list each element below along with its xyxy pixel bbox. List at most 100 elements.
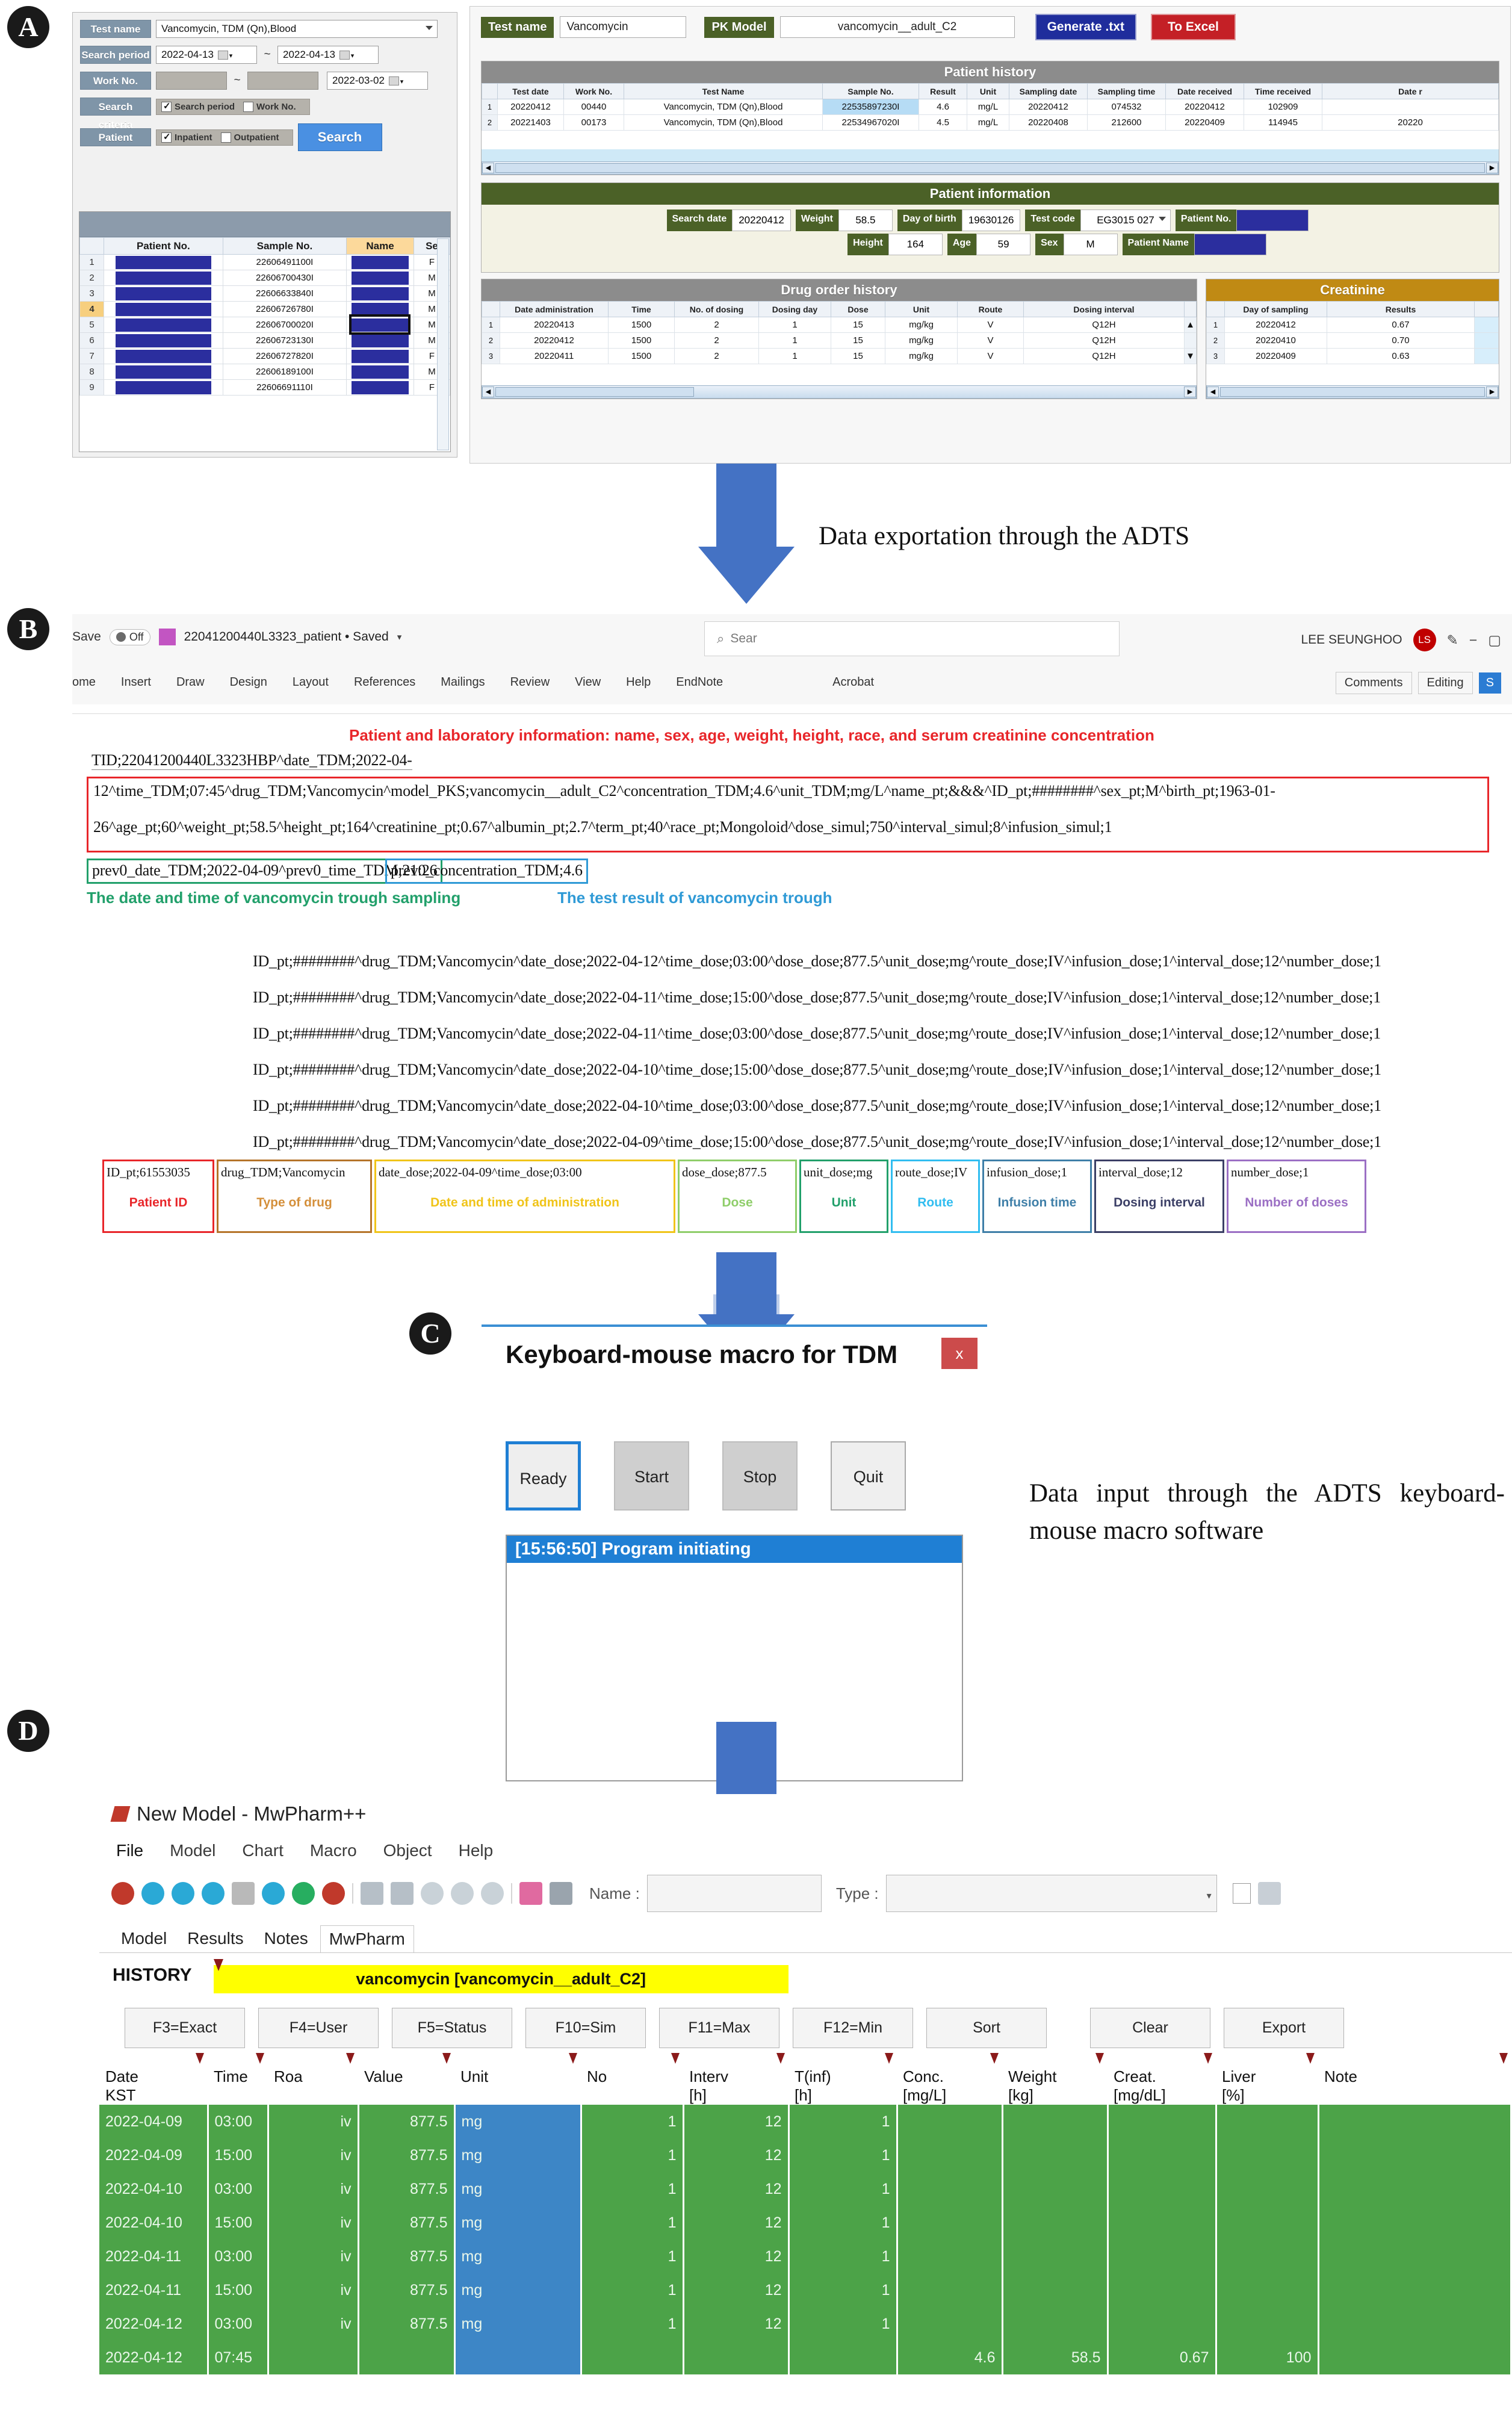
table-row[interactable]: 3 22606633840I M — [79, 285, 450, 302]
table-row[interactable]: 1 20220412 00440 Vancomycin, TDM (Qn),Bl… — [482, 99, 1499, 115]
col-value[interactable]: Value — [358, 2053, 454, 2105]
col-unit[interactable]: Unit — [885, 301, 958, 317]
chevron-down-icon[interactable]: ▾ — [397, 632, 402, 642]
search-button[interactable]: Search — [297, 123, 382, 151]
ribbon-tab-home[interactable]: ome — [72, 675, 96, 689]
avatar[interactable]: LS — [1413, 629, 1436, 651]
menu-chart[interactable]: Chart — [242, 1841, 283, 1860]
tab-model[interactable]: Model — [113, 1925, 175, 1952]
history-model-field[interactable]: vancomycin [vancomycin__adult_C2] — [213, 1959, 789, 1993]
col-roa[interactable]: Roa — [268, 2053, 358, 2105]
f11-max-button[interactable]: F11=Max — [659, 2008, 779, 2048]
col-note[interactable]: Note — [1318, 2053, 1511, 2105]
col-sample-no[interactable]: Sample No. — [822, 83, 919, 99]
col-tinf[interactable]: T(inf) [h] — [789, 2053, 897, 2105]
tab-mwpharm[interactable]: MwPharm — [320, 1925, 414, 1952]
zoom-in-icon[interactable] — [451, 1882, 474, 1905]
menu-macro[interactable]: Macro — [310, 1841, 357, 1860]
ribbon-tab-endnote[interactable]: EndNote — [676, 675, 723, 689]
f5-status-button[interactable]: F5=Status — [392, 2008, 512, 2048]
document-name[interactable]: 22041200440L3323_patient • Saved — [184, 630, 389, 644]
col-conc[interactable]: Conc. [mg/L] — [897, 2053, 1002, 2105]
menu-model[interactable]: Model — [170, 1841, 215, 1860]
scroll-left-icon[interactable]: ◀ — [1207, 387, 1219, 397]
clear-button[interactable]: Clear — [1090, 2008, 1210, 2048]
power-icon[interactable] — [111, 1882, 134, 1905]
table-row[interactable]: 1 20220413 1500 2 1 15 mg/kg V Q12H ▲ — [482, 317, 1197, 333]
work-no-to[interactable] — [247, 72, 318, 90]
col-test-name[interactable]: Test Name — [624, 83, 823, 99]
col-test-date[interactable]: Test date — [497, 83, 564, 99]
save-icon[interactable] — [158, 629, 176, 645]
name-input[interactable] — [646, 1875, 822, 1912]
minimize-icon[interactable]: − — [1469, 632, 1477, 648]
copy-icon[interactable] — [172, 1882, 194, 1905]
col-time[interactable]: Time — [208, 2053, 268, 2105]
ribbon-tab-layout[interactable]: Layout — [293, 675, 329, 689]
f4-user-button[interactable]: F4=User — [258, 2008, 379, 2048]
settings-icon[interactable] — [262, 1882, 285, 1905]
vscroll-down-icon[interactable]: ▼ — [1184, 348, 1197, 364]
editing-button[interactable]: Editing — [1418, 672, 1473, 694]
quit-button[interactable]: Quit — [831, 1441, 906, 1511]
to-excel-button[interactable]: To Excel — [1150, 14, 1236, 40]
table-row[interactable]: 2 20220412 1500 2 1 15 mg/kg V Q12H — [482, 332, 1197, 349]
pen-icon[interactable]: ✎ — [1447, 632, 1458, 648]
sort-button[interactable]: Sort — [926, 2008, 1047, 2048]
table-row[interactable]: 2022-04-10 15:00 iv 877.5 mg 1 12 1 — [99, 2206, 1512, 2240]
table-row[interactable]: 9 22606691110I F — [79, 379, 450, 396]
table-row[interactable]: 6 22606723130I M — [79, 332, 450, 349]
tab-results[interactable]: Results — [179, 1925, 252, 1952]
table-row[interactable]: 2022-04-09 15:00 iv 877.5 mg 1 12 1 — [99, 2138, 1512, 2172]
stop-button[interactable]: Stop — [722, 1441, 798, 1511]
table-row[interactable]: 2 20220410 0.70 — [1206, 332, 1499, 349]
close-icon[interactable]: x — [941, 1338, 978, 1369]
ribbon-tab-acrobat[interactable]: Acrobat — [832, 675, 874, 689]
stop-icon[interactable] — [322, 1882, 345, 1905]
col-interv[interactable]: Interv [h] — [683, 2053, 789, 2105]
col-unit[interactable]: Unit — [967, 83, 1009, 99]
menu-help[interactable]: Help — [459, 1841, 494, 1860]
calendar-icon[interactable] — [217, 51, 228, 60]
scroll-right-icon[interactable]: ▶ — [1184, 387, 1196, 397]
zoom-icon[interactable] — [421, 1882, 444, 1905]
field-value[interactable]: 19630126 — [961, 210, 1021, 231]
vscroll-track[interactable] — [1184, 332, 1197, 349]
col-patient-no[interactable]: Patient No. — [104, 237, 223, 255]
checkbox-outpatient[interactable]: Outpatient — [220, 132, 279, 143]
ribbon-tab-design[interactable]: Design — [230, 675, 267, 689]
generate-txt-button[interactable]: Generate .txt — [1035, 14, 1136, 40]
pk-model-field[interactable]: vancomycin__adult_C2 — [779, 16, 1015, 38]
run-icon[interactable] — [292, 1882, 315, 1905]
checkbox-inpatient[interactable]: Inpatient — [161, 131, 212, 143]
f10-sim-button[interactable]: F10=Sim — [525, 2008, 646, 2048]
ribbon-tab-draw[interactable]: Draw — [176, 675, 205, 689]
scroll-right-icon[interactable]: ▶ — [1486, 163, 1498, 173]
table-row[interactable]: 2022-04-12 03:00 iv 877.5 mg 1 12 1 — [99, 2307, 1512, 2341]
col-weight[interactable]: Weight [kg] — [1002, 2053, 1108, 2105]
col-date-r[interactable]: Date r — [1322, 83, 1499, 99]
field-value[interactable]: M — [1063, 234, 1118, 255]
start-button[interactable]: Start — [614, 1441, 689, 1511]
col-date-received[interactable]: Date received — [1165, 83, 1244, 99]
work-no-date[interactable]: 2022-03-02 ▾ — [327, 72, 428, 90]
scroll-left-icon[interactable]: ◀ — [482, 387, 494, 397]
creatinine-hscrollbar[interactable]: ◀ ▶ — [1206, 385, 1499, 399]
autosave-toggle[interactable]: Off — [109, 629, 150, 645]
share-button[interactable]: S — [1478, 672, 1501, 694]
col-dosing-day[interactable]: Dosing day — [758, 301, 831, 317]
table-row[interactable]: 8 22606189100I M — [79, 364, 450, 380]
field-value[interactable]: 59 — [976, 234, 1031, 255]
list-item[interactable]: [15:56:50] Program initiating — [507, 1536, 962, 1563]
ribbon-tab-view[interactable]: View — [575, 675, 601, 689]
maximize-icon[interactable]: ▢ — [1488, 632, 1501, 648]
table-row[interactable]: 2022-04-11 03:00 iv 877.5 mg 1 12 1 — [99, 2240, 1512, 2273]
test-code-select[interactable]: EG3015 027 — [1080, 210, 1171, 231]
field-value[interactable] — [1194, 234, 1266, 255]
paste-icon[interactable] — [232, 1882, 255, 1905]
duplicate-icon[interactable] — [1257, 1882, 1281, 1905]
ribbon-tab-help[interactable]: Help — [626, 675, 651, 689]
col-no[interactable]: No — [581, 2053, 683, 2105]
type-select[interactable]: ▾ — [885, 1875, 1217, 1912]
ribbon-tab-review[interactable]: Review — [510, 675, 550, 689]
